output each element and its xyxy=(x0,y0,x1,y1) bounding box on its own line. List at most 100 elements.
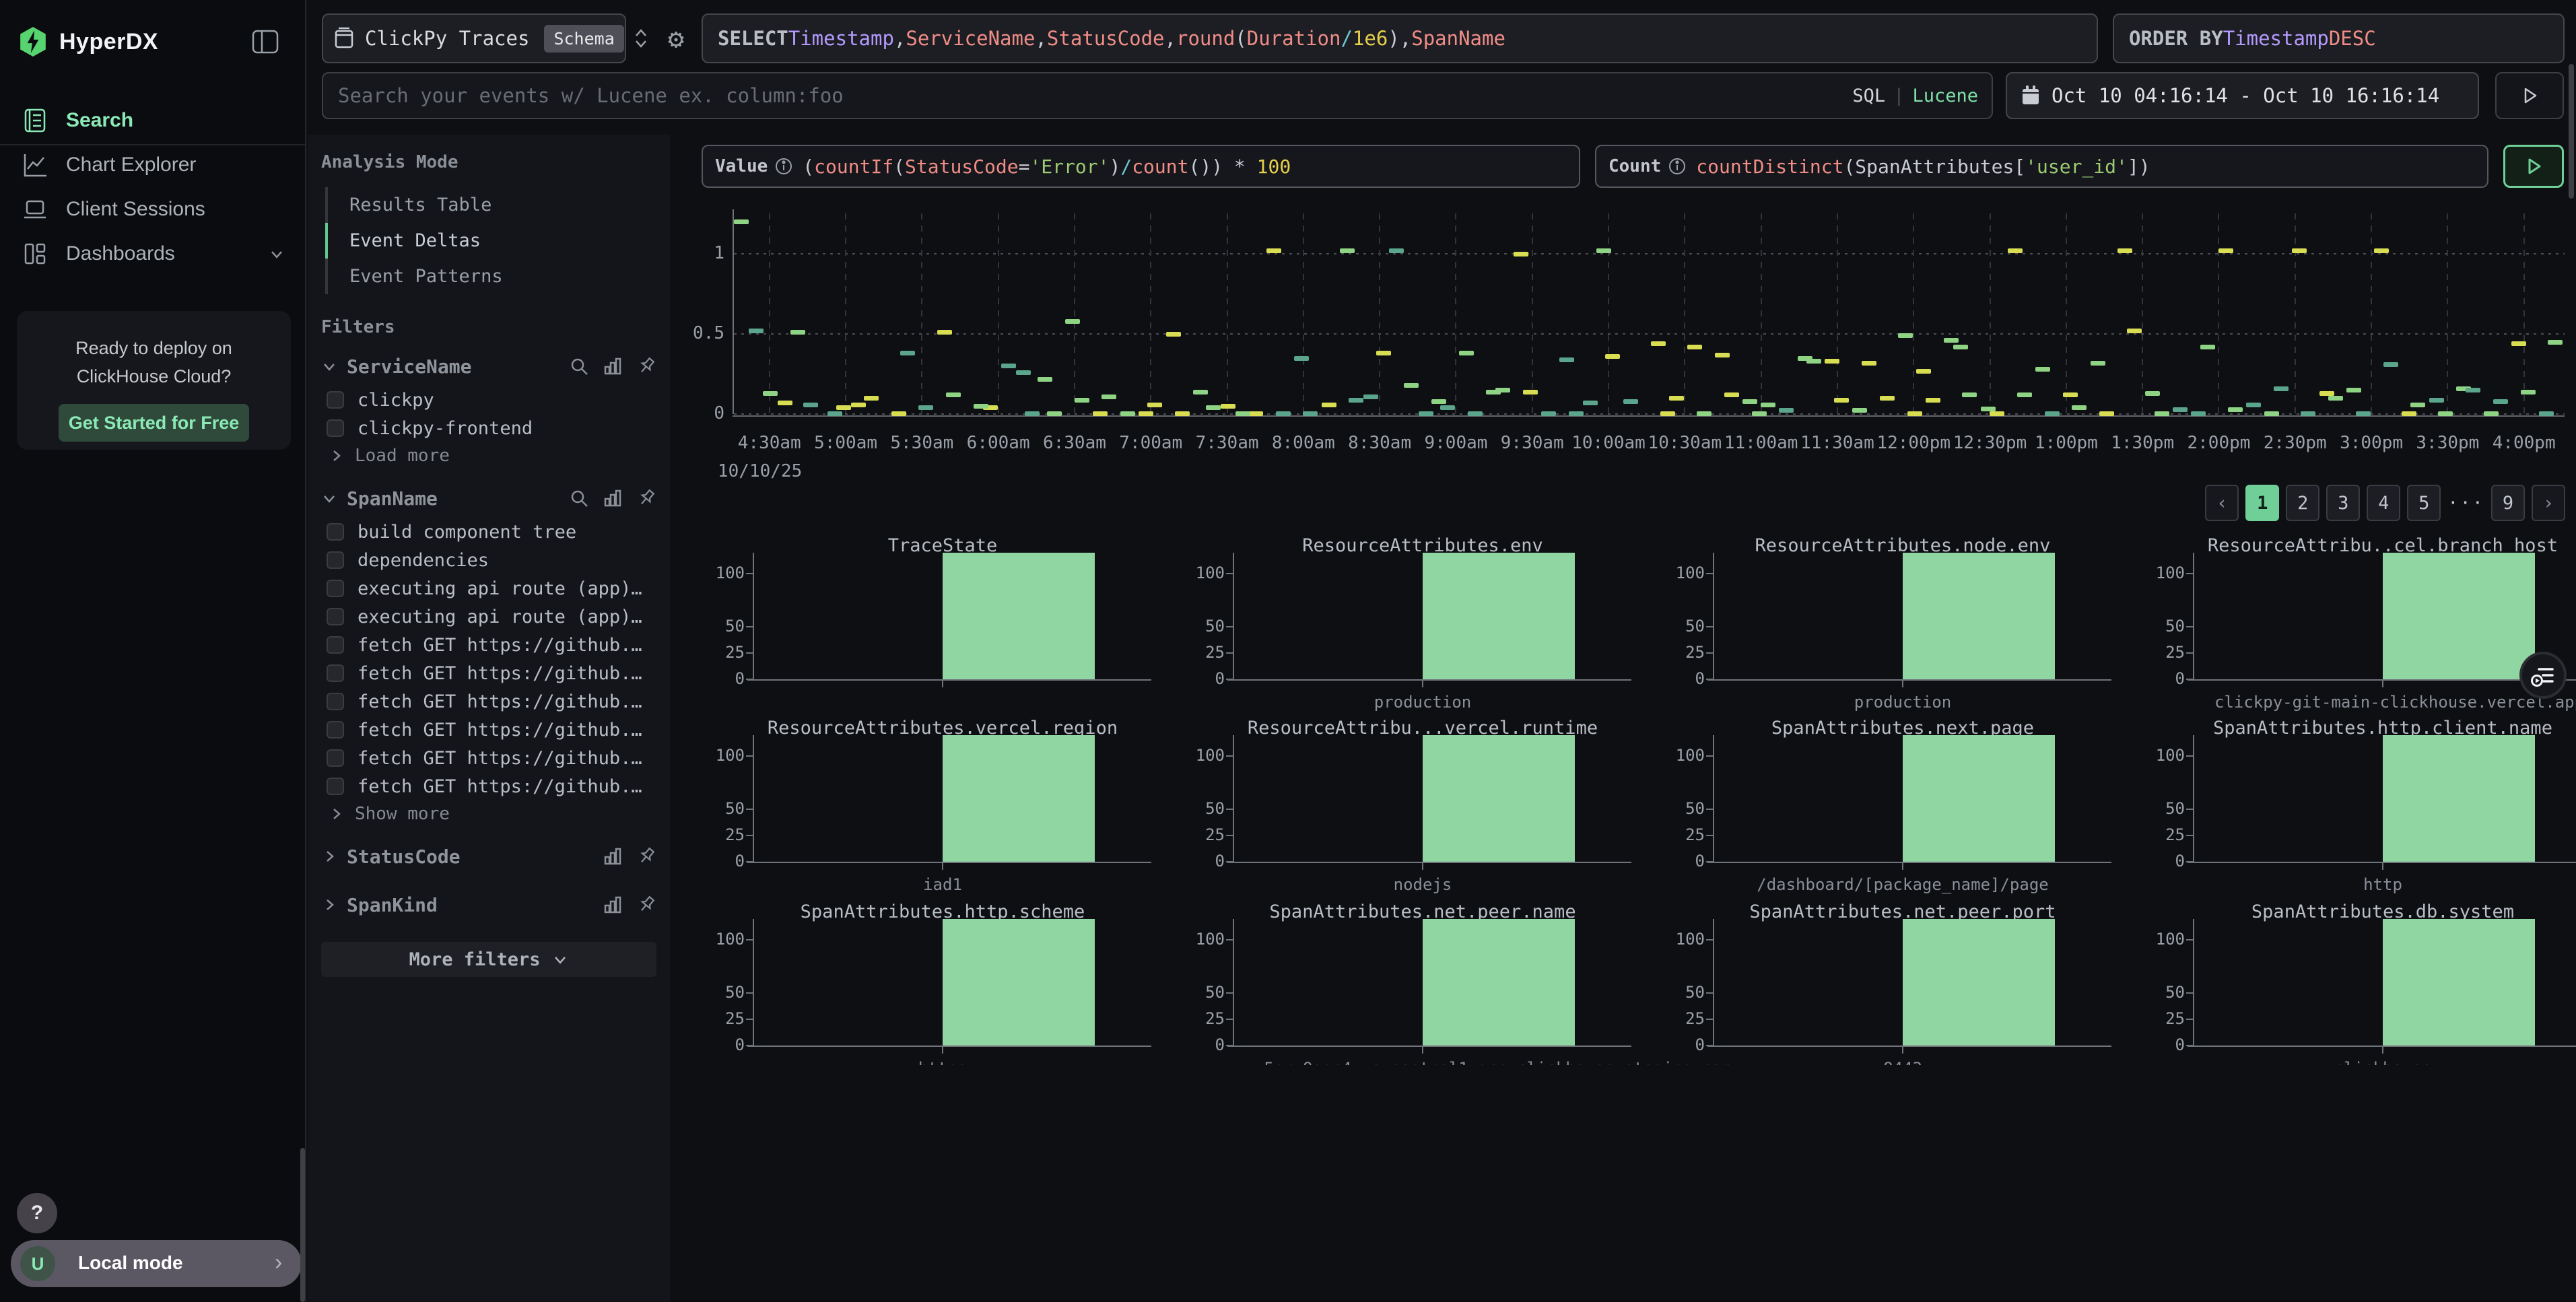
checkbox[interactable] xyxy=(327,419,344,437)
y-axis-tick xyxy=(1706,679,1713,680)
data-point xyxy=(1962,392,1977,397)
checkbox[interactable] xyxy=(327,749,344,767)
page-scrollbar[interactable] xyxy=(2569,64,2574,199)
pin-icon[interactable] xyxy=(636,895,656,915)
query-language-toggle[interactable]: SQL|Lucene xyxy=(1852,85,1978,106)
attribute-chart[interactable]: SpanAttributes.db.system10050250clickhou… xyxy=(2154,901,2576,1065)
sidebar-item-dashboards[interactable]: Dashboards xyxy=(0,232,305,276)
checkbox[interactable] xyxy=(327,778,344,795)
filter-option[interactable]: fetch GET https://github.… xyxy=(321,744,656,772)
help-button[interactable]: ? xyxy=(17,1193,57,1233)
filter-group-spanname[interactable]: SpanName xyxy=(321,479,656,518)
bar-chart-icon[interactable] xyxy=(603,488,623,508)
attribute-chart[interactable]: ResourceAttributes.env10050250production xyxy=(1194,535,1652,710)
checkbox[interactable] xyxy=(327,551,344,569)
filter-option[interactable]: executing api route (app)… xyxy=(321,574,656,603)
lang-sql[interactable]: SQL xyxy=(1852,85,1885,106)
sidebar-scrollbar[interactable] xyxy=(300,1148,305,1302)
filter-show-more[interactable]: Show more xyxy=(321,800,656,827)
attribute-chart[interactable]: ResourceAttributes.vercel.region10050250… xyxy=(714,718,1172,893)
filter-option[interactable]: dependencies xyxy=(321,546,656,574)
filter-load-more[interactable]: Load more xyxy=(321,442,656,469)
attribute-chart[interactable]: ResourceAttribu..cel.branch_host10050250… xyxy=(2154,535,2576,710)
checkbox[interactable] xyxy=(327,693,344,710)
attribute-chart[interactable]: SpanAttributes.http.client.name10050250h… xyxy=(2154,718,2576,893)
data-point xyxy=(2346,388,2361,392)
attribute-chart[interactable]: SpanAttributes.next.page10050250/dashboa… xyxy=(1674,718,2132,893)
pagination-page-4[interactable]: 4 xyxy=(2367,485,2400,521)
bar-chart-icon[interactable] xyxy=(603,895,623,915)
pin-icon[interactable] xyxy=(636,846,656,866)
data-point xyxy=(2200,345,2215,349)
checkbox[interactable] xyxy=(327,608,344,625)
filter-option[interactable]: fetch GET https://github.… xyxy=(321,659,656,687)
lang-lucene[interactable]: Lucene xyxy=(1912,85,1978,106)
event-deltas-chart[interactable]: 00.514:30am5:00am5:30am6:00am6:30am7:00a… xyxy=(734,213,2565,414)
attribute-chart[interactable]: ResourceAttributes.node.env10050250produ… xyxy=(1674,535,2132,710)
sidebar-item-search[interactable]: Search xyxy=(0,98,305,143)
attribute-chart[interactable]: SpanAttributes.net.peer.port100502508443 xyxy=(1674,901,2132,1065)
pagination-page-5[interactable]: 5 xyxy=(2407,485,2441,521)
filter-option[interactable]: fetch GET https://github.… xyxy=(321,716,656,744)
value-expression-input[interactable]: Value (countIf(StatusCode='Error')/count… xyxy=(702,145,1580,188)
checkbox[interactable] xyxy=(327,580,344,597)
pagination-page-2[interactable]: 2 xyxy=(2286,485,2319,521)
pagination-next[interactable]: › xyxy=(2532,485,2565,521)
user-menu[interactable]: U Local mode › xyxy=(11,1240,302,1287)
user-mode-label: Local mode xyxy=(78,1252,183,1274)
apply-metrics-button[interactable] xyxy=(2503,145,2564,188)
checkbox[interactable] xyxy=(327,721,344,739)
y-axis-line xyxy=(1233,553,1234,679)
gear-icon[interactable]: ⚙ xyxy=(661,24,691,54)
pin-icon[interactable] xyxy=(636,488,656,508)
filter-option[interactable]: fetch GET https://github.… xyxy=(321,631,656,659)
attribute-chart[interactable]: ResourceAttribu...vercel.runtime10050250… xyxy=(1194,718,1652,893)
checkbox[interactable] xyxy=(327,664,344,682)
filter-option[interactable]: executing api route (app)… xyxy=(321,603,656,631)
brand: HyperDX xyxy=(18,24,287,59)
date-range-picker[interactable]: Oct 10 04:16:14 - Oct 10 16:16:14 xyxy=(2006,72,2479,119)
run-query-button[interactable] xyxy=(2495,72,2564,119)
search-icon[interactable] xyxy=(569,488,589,508)
count-expression-input[interactable]: Count countDistinct(SpanAttributes['user… xyxy=(1595,145,2488,188)
feedback-fab[interactable] xyxy=(2519,652,2567,699)
search-input[interactable] xyxy=(337,83,1841,108)
attribute-chart[interactable]: SpanAttributes.net.peer.name10050250z5pr… xyxy=(1194,901,1652,1065)
analysis-mode-results-table[interactable]: Results Table xyxy=(325,187,656,223)
bar-chart-icon[interactable] xyxy=(603,846,623,866)
checkbox[interactable] xyxy=(327,391,344,409)
sidebar-item-client-sessions[interactable]: Client Sessions xyxy=(0,187,305,232)
sidebar-collapse-icon[interactable] xyxy=(250,27,280,57)
checkbox[interactable] xyxy=(327,523,344,541)
filter-option[interactable]: clickpy xyxy=(321,386,656,414)
analysis-mode-event-patterns[interactable]: Event Patterns xyxy=(325,259,656,294)
pagination-page-3[interactable]: 3 xyxy=(2326,485,2360,521)
pagination-page-9[interactable]: 9 xyxy=(2491,485,2525,521)
pagination-page-1[interactable]: 1 xyxy=(2245,485,2279,521)
bar-chart-icon[interactable] xyxy=(603,356,623,376)
sql-orderby-input[interactable]: ORDER BY Timestamp DESC xyxy=(2113,13,2565,63)
pagination-prev[interactable]: ‹ xyxy=(2205,485,2239,521)
source-select[interactable]: ClickPy Traces Schema xyxy=(322,13,626,63)
data-point xyxy=(2548,340,2563,345)
get-started-button[interactable]: Get Started for Free xyxy=(59,404,249,442)
x-axis-line xyxy=(747,679,1151,681)
analysis-mode-event-deltas[interactable]: Event Deltas xyxy=(325,223,656,259)
filter-option[interactable]: clickpy-frontend xyxy=(321,414,656,442)
attribute-chart[interactable]: TraceState10050250 xyxy=(714,535,1172,710)
filter-group-statuscode[interactable]: StatusCode xyxy=(321,837,656,876)
filter-option[interactable]: fetch GET https://github.… xyxy=(321,772,656,800)
filter-option[interactable]: build component tree xyxy=(321,518,656,546)
sql-select-input[interactable]: SELECT Timestamp, ServiceName, StatusCod… xyxy=(702,13,2098,63)
filter-group-spankind[interactable]: SpanKind xyxy=(321,885,656,924)
attribute-chart[interactable]: SpanAttributes.http.scheme10050250https xyxy=(714,901,1172,1065)
filter-option[interactable]: fetch GET https://github.… xyxy=(321,687,656,716)
sidebar-item-chart-explorer[interactable]: Chart Explorer xyxy=(0,143,305,187)
more-filters-button[interactable]: More filters xyxy=(321,942,656,977)
data-point xyxy=(2328,396,2343,401)
y-axis-tick xyxy=(1226,679,1233,680)
filter-group-servicename[interactable]: ServiceName xyxy=(321,347,656,386)
checkbox[interactable] xyxy=(327,636,344,654)
search-icon[interactable] xyxy=(569,356,589,376)
pin-icon[interactable] xyxy=(636,356,656,376)
